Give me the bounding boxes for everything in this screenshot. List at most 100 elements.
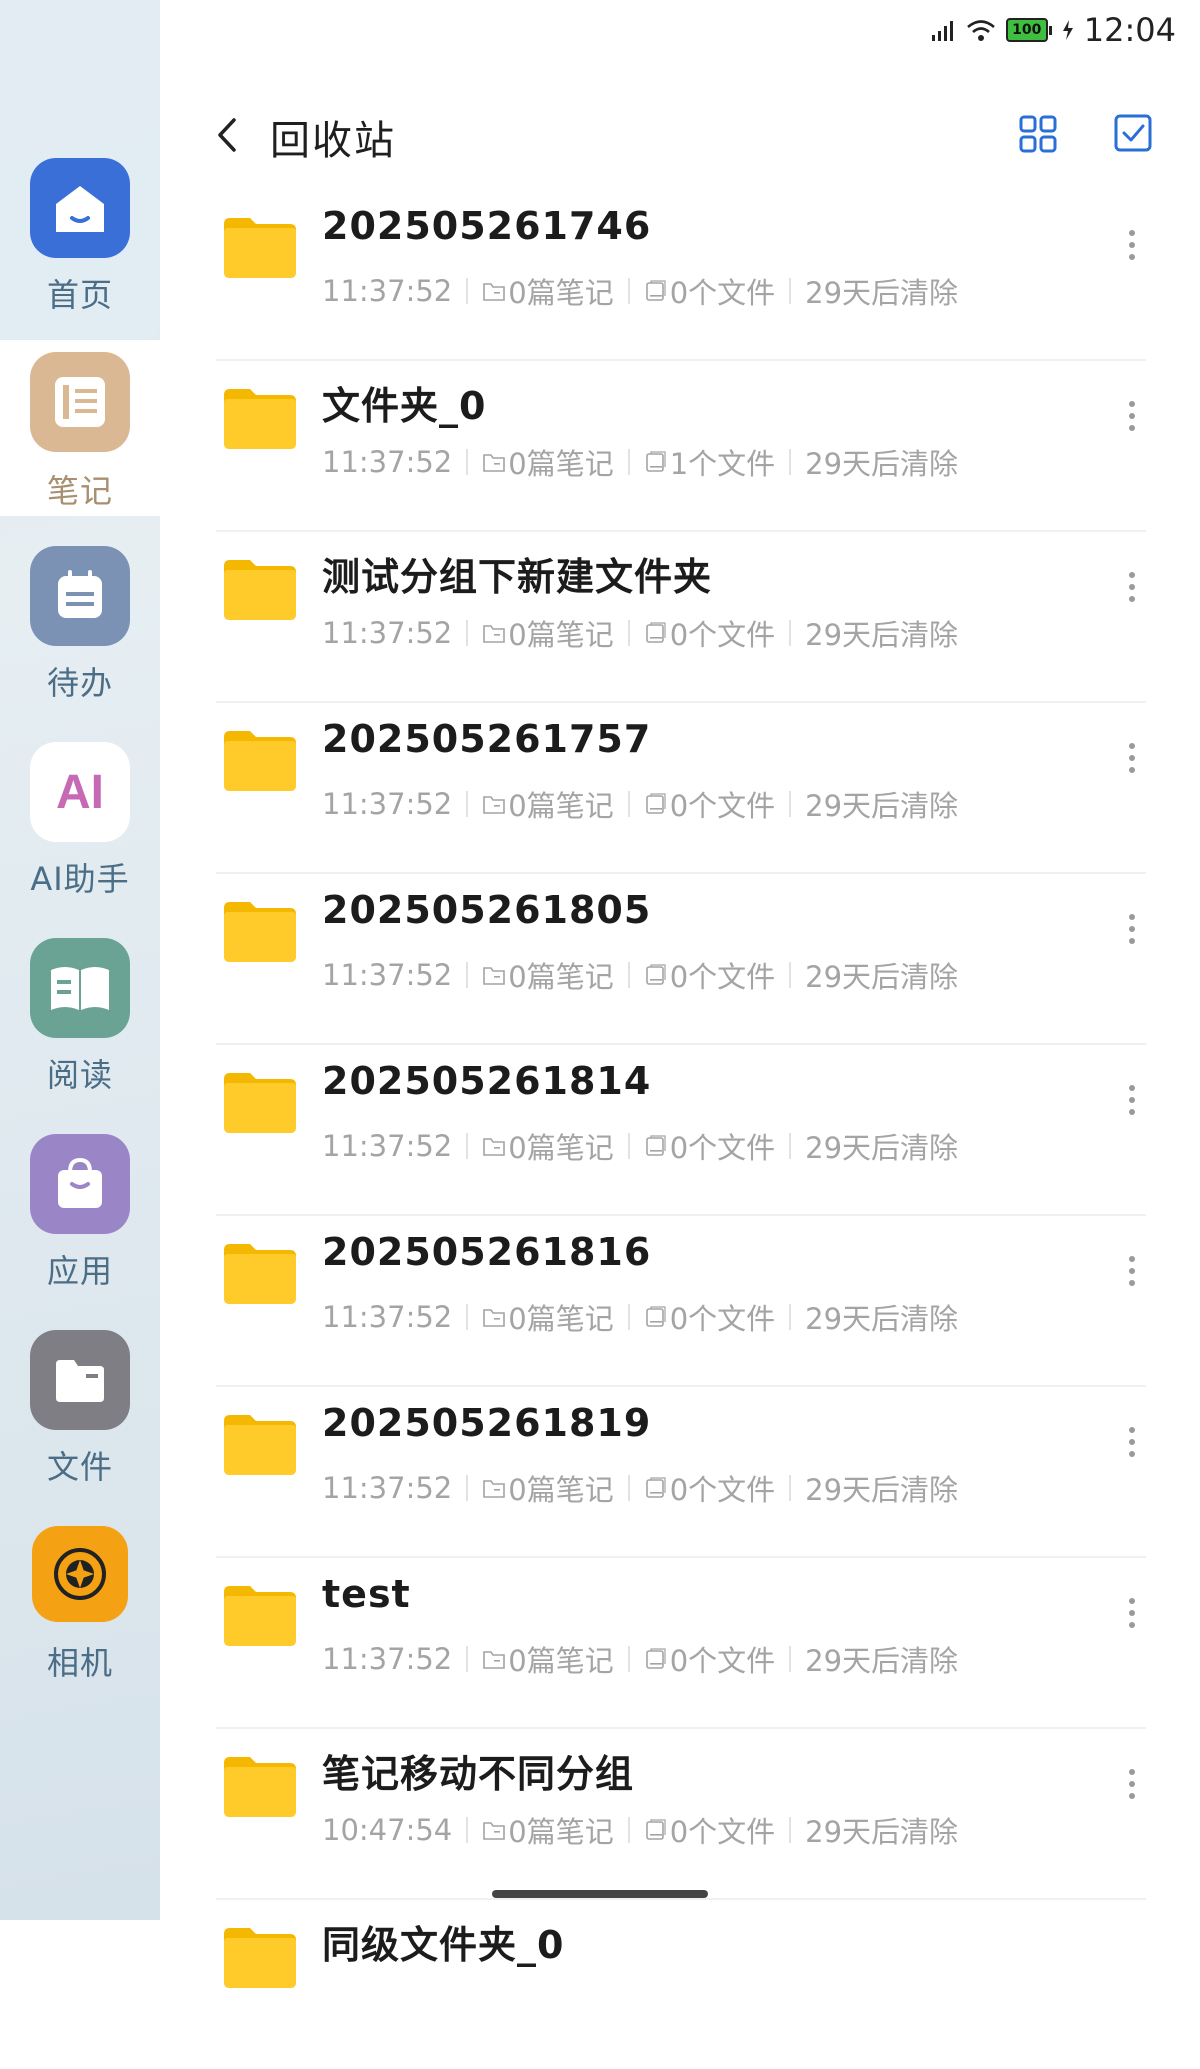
more-options-button[interactable] (1122, 1256, 1142, 1296)
list-item[interactable]: 同级文件夹_0 (216, 1900, 1146, 2069)
folder-icon (224, 1073, 296, 1133)
item-file-count: 0个文件 (669, 1644, 776, 1678)
file-icon (645, 1306, 666, 1327)
select-all-button[interactable] (1114, 114, 1152, 152)
more-options-button[interactable] (1122, 401, 1142, 441)
folder-icon (30, 1330, 130, 1430)
file-icon (645, 1648, 666, 1669)
list-item[interactable]: test 11:37:52 0篇笔记 0个文件 29天后清除 (216, 1558, 1146, 1729)
more-options-button[interactable] (1122, 1598, 1142, 1638)
item-file-count: 0个文件 (669, 1131, 776, 1165)
item-title: 文件夹_0 (322, 384, 487, 428)
sidebar-item-label: 相机 (46, 1644, 113, 1682)
sidebar-item-label: 笔记 (46, 472, 113, 510)
divider (789, 1646, 792, 1672)
item-note-count: 0篇笔记 (508, 1302, 614, 1336)
list-item[interactable]: 测试分组下新建文件夹 11:37:52 0篇笔记 0个文件 29天后清除 (216, 532, 1146, 703)
item-time: 11:37:52 (322, 787, 453, 821)
list-item[interactable]: 202505261816 11:37:52 0篇笔记 0个文件 29天后清除 (216, 1216, 1146, 1387)
signal-icon (931, 21, 953, 41)
chevron-left-icon (218, 118, 236, 152)
checkbox-icon (1114, 114, 1152, 152)
divider (789, 962, 792, 988)
divider (627, 1133, 630, 1159)
grid-view-button[interactable] (1018, 114, 1058, 154)
more-options-button[interactable] (1122, 1085, 1142, 1125)
divider (789, 278, 792, 304)
item-meta: 11:37:52 0篇笔记 0个文件 29天后清除 (322, 783, 958, 825)
divider (627, 1646, 630, 1672)
sidebar-item-reading[interactable]: 阅读 (0, 938, 160, 1134)
status-bar: 100 12:04 (930, 8, 1176, 52)
divider (466, 1475, 469, 1501)
item-meta: 11:37:52 0篇笔记 0个文件 29天后清除 (322, 612, 958, 654)
divider (789, 1304, 792, 1330)
divider (789, 449, 792, 475)
list-item[interactable]: 202505261757 11:37:52 0篇笔记 0个文件 29天后清除 (216, 703, 1146, 874)
sidebar-item-camera[interactable]: 相机 (0, 1526, 160, 1722)
list-item[interactable]: 202505261819 11:37:52 0篇笔记 0个文件 29天后清除 (216, 1387, 1146, 1558)
more-options-button[interactable] (1122, 743, 1142, 783)
folder-icon (224, 389, 296, 449)
item-clear-time: 29天后清除 (805, 789, 959, 823)
item-note-count: 0篇笔记 (508, 447, 614, 481)
divider (789, 1817, 792, 1843)
more-options-button[interactable] (1122, 1769, 1142, 1809)
more-icon (1129, 1085, 1135, 1091)
file-icon (645, 1819, 666, 1840)
item-note-count: 0篇笔记 (508, 1131, 614, 1165)
divider (627, 278, 630, 304)
battery-icon: 100 (1005, 18, 1052, 42)
back-button[interactable] (208, 110, 248, 160)
item-note-count: 0篇笔记 (508, 276, 614, 310)
list-item[interactable]: 202505261805 11:37:52 0篇笔记 0个文件 29天后清除 (216, 874, 1146, 1045)
divider (789, 1133, 792, 1159)
sidebar-item-todo[interactable]: 待办 (0, 546, 160, 742)
more-icon (1129, 743, 1135, 749)
sidebar-item-notes[interactable]: 笔记 (0, 340, 160, 516)
divider (466, 620, 469, 646)
item-time: 11:37:52 (322, 1300, 453, 1334)
folder-outline-icon (483, 1651, 506, 1669)
list-item[interactable]: 202505261746 11:37:52 0篇笔记 0个文件 29天后清除 (216, 190, 1146, 361)
item-time: 11:37:52 (322, 274, 453, 308)
trash-list: 202505261746 11:37:52 0篇笔记 0个文件 29天后清除 文件夹_0 1… (216, 190, 1146, 2069)
home-indicator[interactable] (492, 1890, 708, 1898)
item-meta: 11:37:52 0篇笔记 0个文件 29天后清除 (322, 1296, 958, 1338)
item-time: 11:37:52 (322, 616, 453, 650)
more-options-button[interactable] (1122, 1427, 1142, 1467)
more-options-button[interactable] (1122, 230, 1142, 270)
item-time: 10:47:54 (322, 1813, 453, 1847)
sidebar-item-home[interactable]: 首页 (0, 0, 160, 340)
item-time: 11:37:52 (322, 1642, 453, 1676)
folder-outline-icon (483, 625, 506, 643)
list-item[interactable]: 笔记移动不同分组 10:47:54 0篇笔记 0个文件 29天后清除 (216, 1729, 1146, 1900)
item-file-count: 1个文件 (669, 447, 776, 481)
divider (627, 1304, 630, 1330)
item-note-count: 0篇笔记 (508, 1473, 614, 1507)
list-item[interactable]: 文件夹_0 11:37:52 0篇笔记 1个文件 29天后清除 (216, 361, 1146, 532)
item-time: 11:37:52 (322, 445, 453, 479)
item-clear-time: 29天后清除 (805, 1302, 959, 1336)
folder-icon (224, 218, 296, 278)
sidebar-item-files[interactable]: 文件 (0, 1330, 160, 1526)
divider (627, 791, 630, 817)
item-file-count: 0个文件 (669, 618, 776, 652)
divider (789, 1475, 792, 1501)
item-time: 11:37:52 (322, 958, 453, 992)
folder-icon (224, 731, 296, 791)
item-note-count: 0篇笔记 (508, 960, 614, 994)
folder-outline-icon (483, 1138, 506, 1156)
item-meta: 10:47:54 0篇笔记 0个文件 29天后清除 (322, 1809, 958, 1851)
more-options-button[interactable] (1122, 572, 1142, 612)
folder-icon (224, 1586, 296, 1646)
item-clear-time: 29天后清除 (805, 1131, 959, 1165)
item-clear-time: 29天后清除 (805, 447, 959, 481)
charging-icon (1062, 20, 1073, 40)
file-icon (645, 280, 666, 301)
more-options-button[interactable] (1122, 914, 1142, 954)
sidebar-item-ai-assistant[interactable]: AI AI助手 (0, 742, 160, 938)
list-item[interactable]: 202505261814 11:37:52 0篇笔记 0个文件 29天后清除 (216, 1045, 1146, 1216)
item-title: 202505261816 (322, 1230, 652, 1274)
sidebar-item-apps[interactable]: 应用 (0, 1134, 160, 1330)
